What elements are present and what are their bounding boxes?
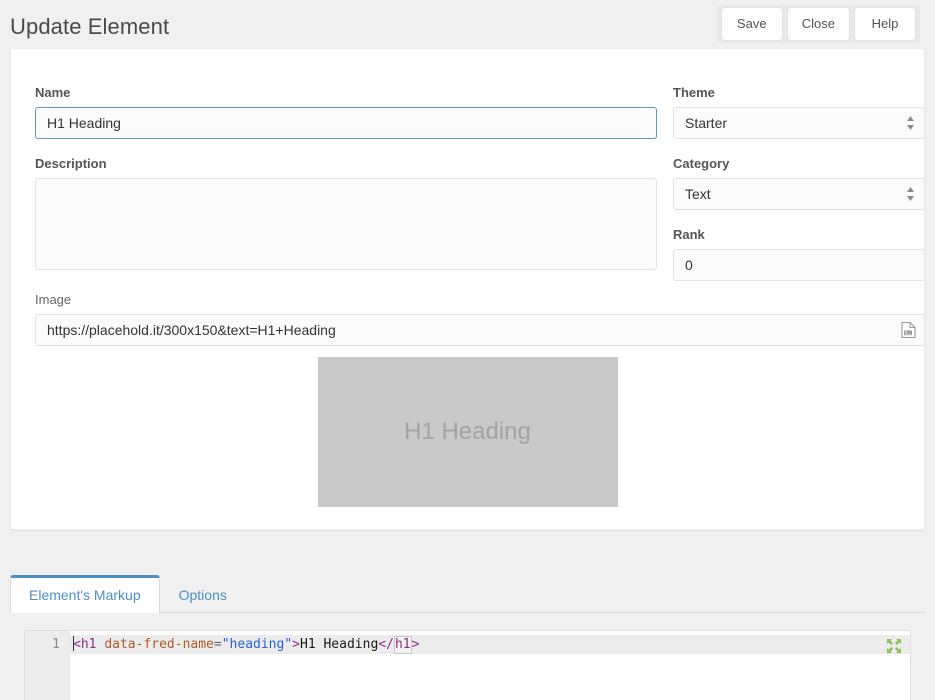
image-file-icon[interactable] (901, 321, 916, 339)
image-label: Image (35, 292, 72, 307)
line-number: 1 (52, 637, 60, 652)
code-line-1[interactable]: <h1 data-fred-name="heading">H1 Heading<… (70, 631, 910, 654)
category-select-wrapper (673, 178, 925, 210)
token-text-content: H1 Heading (300, 637, 379, 652)
token-close-end: > (411, 637, 420, 652)
editor-code-area[interactable]: <h1 data-fred-name="heading">H1 Heading<… (70, 631, 910, 700)
save-button[interactable]: Save (720, 7, 783, 41)
name-input[interactable] (35, 107, 657, 139)
help-button[interactable]: Help (854, 7, 916, 41)
token-equals: = (213, 637, 222, 652)
token-attr-value: "heading" (221, 637, 293, 652)
token-close-name: h1 (393, 636, 412, 654)
name-field-group: Name (35, 85, 657, 139)
image-preview-wrapper: H1 Heading (11, 357, 924, 507)
element-form-panel: Name Description Theme Category (10, 48, 925, 530)
token-close-start: </ (378, 637, 394, 652)
token-attr-name: data-fred-name (104, 637, 214, 652)
theme-field-group: Theme (673, 85, 925, 139)
token-gt: > (292, 637, 300, 652)
description-field-group: Description (35, 156, 657, 275)
rank-label: Rank (673, 227, 705, 242)
image-input-wrapper (35, 314, 925, 346)
image-preview: H1 Heading (317, 357, 618, 507)
rank-field-group: Rank (673, 227, 925, 281)
form-column-right: Theme Category (673, 85, 925, 298)
form-column-left: Name Description (35, 85, 657, 292)
category-select[interactable] (673, 178, 925, 210)
theme-select[interactable] (673, 107, 925, 139)
image-preview-text: H1 Heading (404, 418, 531, 445)
tab-options[interactable]: Options (160, 575, 246, 613)
theme-label: Theme (673, 85, 715, 100)
image-field-group: Image (35, 292, 925, 346)
editor-tabs: Element's Markup Options (10, 568, 925, 613)
page-header: Update Element Save Close Help (0, 0, 935, 48)
image-url-input[interactable] (35, 314, 925, 346)
token-open-tag: <h1 (73, 637, 97, 652)
rank-input[interactable] (673, 249, 925, 281)
editor-gutter: 1 (25, 631, 70, 700)
name-label: Name (35, 85, 71, 100)
close-button[interactable]: Close (786, 7, 850, 41)
description-label: Description (35, 156, 107, 171)
tab-elements-markup[interactable]: Element's Markup (10, 575, 160, 613)
category-label: Category (673, 156, 730, 171)
category-field-group: Category (673, 156, 925, 210)
theme-select-wrapper (673, 107, 925, 139)
markup-code-editor[interactable]: 1 <h1 data-fred-name="heading">H1 Headin… (24, 630, 911, 700)
header-button-group: Save Close Help (716, 5, 920, 43)
expand-arrows-icon[interactable] (886, 638, 902, 654)
description-textarea[interactable] (35, 178, 657, 270)
page-title: Update Element (10, 14, 170, 39)
